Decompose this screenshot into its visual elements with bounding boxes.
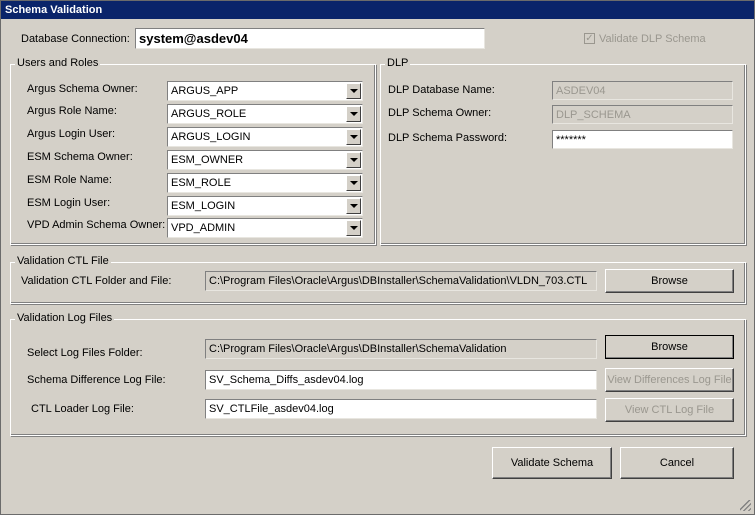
argus-schema-owner-combo[interactable]: ARGUS_APP [167,81,363,101]
argus-login-user-label: Argus Login User: [27,128,116,140]
window-title: Schema Validation [1,1,754,19]
dlp-owner-label: DLP Schema Owner: [388,107,492,119]
argus-role-name-combo[interactable]: ARGUS_ROLE [167,104,363,124]
chevron-down-icon[interactable] [346,220,361,236]
ctl-file-title: Validation CTL File [15,255,111,267]
db-connection-label: Database Connection: [21,33,130,45]
argus-role-name-value: ARGUS_ROLE [171,108,247,120]
dlp-title: DLP [385,57,411,69]
dlp-password-label: DLP Schema Password: [388,132,508,144]
esm-schema-owner-value: ESM_OWNER [171,154,244,166]
ctl-file-label: Validation CTL Folder and File: [21,275,172,287]
chevron-down-icon[interactable] [346,198,361,214]
ctl-log-field[interactable]: SV_CTLFile_asdev04.log [205,399,597,419]
dlp-owner-field[interactable]: DLP_SCHEMA [552,105,733,124]
esm-schema-owner-label: ESM Schema Owner: [27,151,133,163]
ctl-browse-button[interactable]: Browse [605,269,734,293]
vpd-admin-owner-combo[interactable]: VPD_ADMIN [167,218,363,238]
esm-login-user-combo[interactable]: ESM_LOGIN [167,196,363,216]
validate-schema-button[interactable]: Validate Schema [492,447,612,479]
ctl-log-label: CTL Loader Log File: [31,403,134,415]
log-browse-button[interactable]: Browse [605,335,734,359]
esm-schema-owner-combo[interactable]: ESM_OWNER [167,150,363,170]
db-connection-field[interactable]: system@asdev04 [135,28,485,49]
argus-schema-owner-value: ARGUS_APP [171,85,239,97]
diff-log-field[interactable]: SV_Schema_Diffs_asdev04.log [205,370,597,390]
chevron-down-icon[interactable] [346,152,361,168]
chevron-down-icon[interactable] [346,175,361,191]
dlp-password-field[interactable]: ******* [552,130,733,149]
chevron-down-icon[interactable] [346,83,361,99]
esm-role-name-combo[interactable]: ESM_ROLE [167,173,363,193]
log-folder-label: Select Log Files Folder: [27,347,143,359]
schema-validation-window: Schema Validation Database Connection: s… [0,0,755,515]
chevron-down-icon[interactable] [346,129,361,145]
log-folder-field[interactable]: C:\Program Files\Oracle\Argus\DBInstalle… [205,339,597,359]
vpd-admin-owner-value: VPD_ADMIN [171,222,236,234]
esm-login-user-value: ESM_LOGIN [171,200,236,212]
validate-dlp-label: Validate DLP Schema [599,33,706,45]
diff-log-label: Schema Difference Log File: [27,374,166,386]
log-files-title: Validation Log Files [15,312,115,324]
cancel-button[interactable]: Cancel [620,447,734,479]
resize-grip-icon[interactable] [740,500,751,511]
esm-login-user-label: ESM Login User: [27,197,111,209]
vpd-admin-owner-label: VPD Admin Schema Owner: [27,219,166,231]
view-ctl-log-button[interactable]: View CTL Log File [605,398,734,422]
validate-dlp-checkbox[interactable]: ✓ [584,33,595,44]
ctl-file-field[interactable]: C:\Program Files\Oracle\Argus\DBInstalle… [205,271,597,291]
argus-schema-owner-label: Argus Schema Owner: [27,83,138,95]
dlp-db-name-label: DLP Database Name: [388,84,495,96]
argus-role-name-label: Argus Role Name: [27,105,117,117]
dlp-db-name-field[interactable]: ASDEV04 [552,81,733,100]
esm-role-name-label: ESM Role Name: [27,174,112,186]
users-roles-title: Users and Roles [15,57,101,69]
argus-login-user-combo[interactable]: ARGUS_LOGIN [167,127,363,147]
view-diff-log-button[interactable]: View Differences Log File [605,368,734,392]
esm-role-name-value: ESM_ROLE [171,177,231,189]
chevron-down-icon[interactable] [346,106,361,122]
argus-login-user-value: ARGUS_LOGIN [171,131,251,143]
